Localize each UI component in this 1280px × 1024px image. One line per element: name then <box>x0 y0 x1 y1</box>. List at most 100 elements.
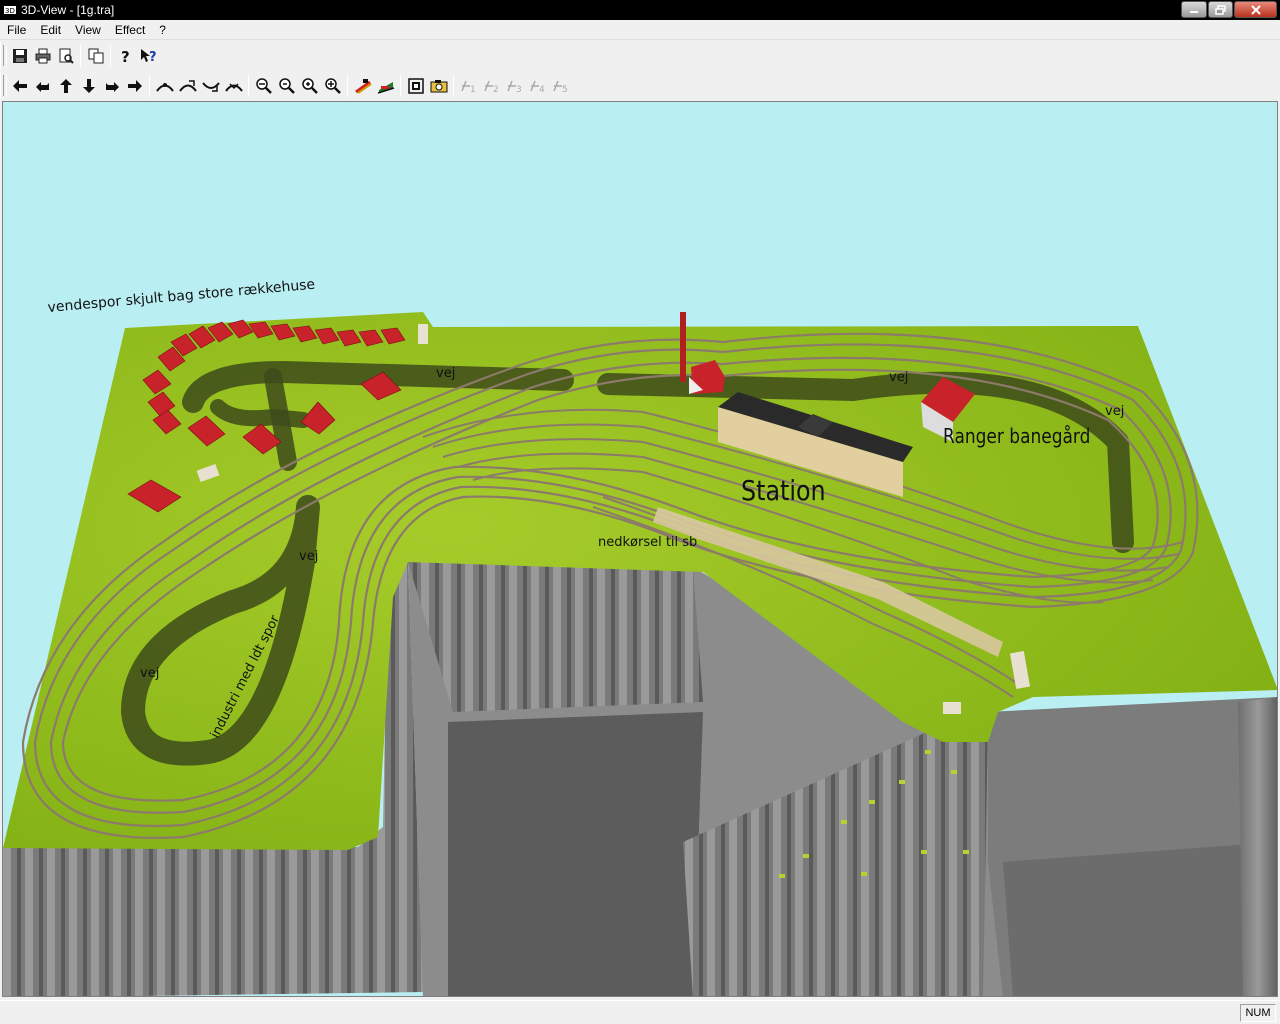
viewpoint-1-button[interactable]: 1 <box>457 75 480 97</box>
arrow-right-icon <box>127 79 142 92</box>
restore-icon <box>1214 4 1226 15</box>
toolbar-separator <box>248 74 249 97</box>
label-ranger-banegard: Ranger banegård <box>943 424 1091 448</box>
svg-text:3D: 3D <box>5 7 15 15</box>
zoom-out-small-button[interactable] <box>275 75 298 97</box>
turn-left-button[interactable] <box>31 75 54 97</box>
zoom-out-button[interactable] <box>252 75 275 97</box>
print-button[interactable] <box>31 45 54 67</box>
label-nedkorsel: nedkørsel til sb <box>598 535 698 550</box>
num-lock-indicator: NUM <box>1240 1004 1276 1022</box>
walk-2-button[interactable] <box>176 75 199 97</box>
menu-help[interactable]: ? <box>152 20 173 40</box>
toolbar-separator <box>400 74 401 97</box>
print-preview-icon <box>59 48 74 64</box>
status-bar: NUM <box>0 1000 1280 1024</box>
file-toolbar: ? ? <box>0 41 1280 70</box>
window-title: 3D-View - [1g.tra] <box>21 3 115 17</box>
3d-viewport[interactable]: vendespor skjult bag store rækkehuse vej… <box>2 101 1278 997</box>
viewpoint-3-icon: 3 <box>506 80 522 93</box>
minimize-icon <box>1190 10 1198 13</box>
minimize-button[interactable] <box>1181 1 1207 18</box>
train-icon <box>354 78 372 94</box>
svg-text:?: ? <box>121 48 130 64</box>
navigation-toolbar: 1 2 3 4 5 <box>0 71 1280 100</box>
menu-effect[interactable]: Effect <box>108 20 152 40</box>
print-preview-button[interactable] <box>54 45 77 67</box>
viewpoint-1-number: 1 <box>470 85 476 93</box>
toolbar-separator <box>347 74 348 97</box>
toolbar-separator <box>149 74 150 97</box>
viewpoint-4-icon: 4 <box>529 80 545 93</box>
cliff-back-wall <box>408 562 703 712</box>
fit-view-icon <box>407 77 424 94</box>
viewpoint-5-button[interactable]: 5 <box>549 75 572 97</box>
walk-1-icon <box>155 82 174 92</box>
move-up-button[interactable] <box>54 75 77 97</box>
cliff-pit-dark <box>448 712 703 996</box>
label-vej-left-2: vej <box>140 666 160 681</box>
viewpoint-2-icon: 2 <box>483 80 499 93</box>
print-icon <box>35 48 50 63</box>
turn-right-button[interactable] <box>100 75 123 97</box>
walk-1-button[interactable] <box>153 75 176 97</box>
camera-button[interactable] <box>427 75 450 97</box>
maximize-button[interactable] <box>1208 1 1233 18</box>
close-icon <box>1250 4 1261 15</box>
file-toolbar-group: ? ? <box>0 42 164 69</box>
arrow-down-icon <box>82 78 95 93</box>
close-button[interactable] <box>1234 1 1277 18</box>
arrow-forward-icon <box>105 81 119 92</box>
save-button[interactable] <box>8 45 31 67</box>
move-right-button[interactable] <box>123 75 146 97</box>
save-icon <box>12 48 27 63</box>
move-down-button[interactable] <box>77 75 100 97</box>
viewpoint-3-number: 3 <box>516 85 522 93</box>
viewpoint-4-button[interactable]: 4 <box>526 75 549 97</box>
menu-file[interactable]: File <box>0 20 33 40</box>
walk-4-button[interactable] <box>222 75 245 97</box>
navigation-toolbar-group: 1 2 3 4 5 <box>0 72 576 99</box>
walk-3-icon <box>201 81 220 92</box>
fit-view-button[interactable] <box>404 75 427 97</box>
toolbar-separator <box>80 44 81 67</box>
toolbar-separator <box>110 44 111 67</box>
menu-edit[interactable]: Edit <box>33 20 68 40</box>
help-button[interactable]: ? <box>114 45 137 67</box>
zoom-in-small-button[interactable] <box>298 75 321 97</box>
app-icon: 3D <box>4 6 16 15</box>
cliff-far-right <box>1238 697 1277 996</box>
zoom-in-icon <box>324 77 341 94</box>
menu-bar: File Edit View Effect ? <box>0 20 1280 40</box>
train-view-button[interactable] <box>351 75 374 97</box>
move-left-button[interactable] <box>8 75 31 97</box>
toolbar-separator <box>453 74 454 97</box>
locomotive-button[interactable] <box>374 75 397 97</box>
label-station: Station <box>741 474 826 507</box>
viewpoint-5-icon: 5 <box>552 80 568 93</box>
viewpoint-5-number: 5 <box>562 85 568 93</box>
viewpoint-2-number: 2 <box>493 85 499 93</box>
cliff-right-top <box>1003 842 1277 996</box>
zoom-out-small-icon <box>278 77 295 94</box>
svg-text:?: ? <box>149 50 157 64</box>
viewpoint-1-icon: 1 <box>460 80 476 93</box>
copy-button[interactable] <box>84 45 107 67</box>
title-bar: 3D 3D-View - [1g.tra] <box>0 0 1280 20</box>
viewpoint-4-number: 4 <box>539 85 545 93</box>
context-help-button[interactable]: ? <box>137 45 160 67</box>
locomotive-icon <box>377 81 394 94</box>
label-vej-top: vej <box>436 366 456 381</box>
zoom-out-icon <box>255 77 272 94</box>
label-vej-right-2: vej <box>1105 404 1125 419</box>
walk-4-icon <box>224 82 243 92</box>
viewpoint-3-button[interactable]: 3 <box>503 75 526 97</box>
help-icon: ? <box>121 48 130 64</box>
walk-3-button[interactable] <box>199 75 222 97</box>
arrow-up-icon <box>59 78 72 93</box>
viewpoint-2-button[interactable]: 2 <box>480 75 503 97</box>
camera-icon <box>430 79 447 92</box>
menu-view[interactable]: View <box>68 20 108 40</box>
arrow-back-icon <box>35 81 49 92</box>
zoom-in-button[interactable] <box>321 75 344 97</box>
